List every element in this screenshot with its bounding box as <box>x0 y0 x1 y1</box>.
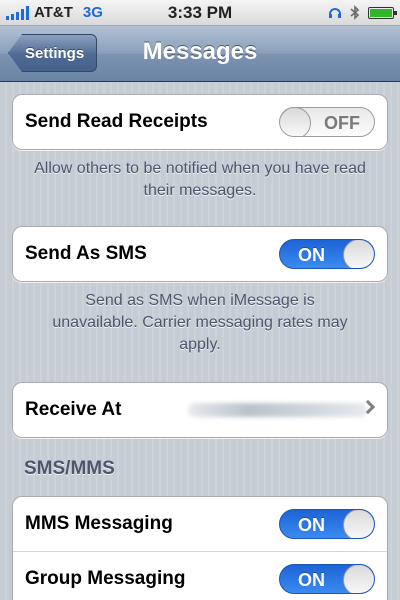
send-as-sms-label: Send As SMS <box>25 243 147 264</box>
toggle-knob <box>343 565 374 593</box>
send-as-sms-toggle[interactable]: ON <box>279 239 375 269</box>
navigation-bar: Settings Messages <box>0 26 400 82</box>
send-as-sms-cell: Send As SMS ON <box>13 227 387 281</box>
read-receipts-note: Allow others to be notified when you hav… <box>34 160 366 199</box>
battery-icon <box>368 6 397 19</box>
toggle-state-label: ON <box>298 515 325 535</box>
mms-messaging-cell: MMS Messaging ON <box>13 497 387 551</box>
read-receipts-toggle[interactable]: OFF <box>279 107 375 137</box>
toggle-knob <box>343 510 374 538</box>
toggle-state-label: ON <box>298 570 325 590</box>
sms-mms-group: MMS Messaging ON Group Messaging ON <box>12 496 388 600</box>
mms-messaging-toggle[interactable]: ON <box>279 509 375 539</box>
redacted-address <box>188 403 368 417</box>
toggle-knob <box>280 108 311 136</box>
signal-icon <box>6 5 29 20</box>
carrier-label: AT&T <box>34 4 73 21</box>
network-label: 3G <box>82 4 103 21</box>
send-as-sms-note: Send as SMS when iMessage is unavailable… <box>52 292 348 353</box>
group-messaging-toggle[interactable]: ON <box>279 564 375 594</box>
status-bar: AT&T 3G 3:33 PM <box>0 0 400 26</box>
read-receipts-group: Send Read Receipts OFF <box>12 94 388 150</box>
sync-icon <box>329 7 341 18</box>
toggle-state-label: ON <box>298 245 325 265</box>
read-receipts-label: Send Read Receipts <box>25 111 208 132</box>
send-as-sms-group: Send As SMS ON <box>12 226 388 282</box>
page-title: Messages <box>142 38 258 65</box>
receive-at-group: Receive At <box>12 382 388 438</box>
toggle-knob <box>343 240 374 268</box>
toggle-state-label: OFF <box>324 113 360 133</box>
sms-mms-section-header: SMS/MMS <box>24 458 115 479</box>
group-messaging-label: Group Messaging <box>25 567 186 589</box>
receive-at-label: Receive At <box>25 399 122 420</box>
bluetooth-icon <box>350 5 360 20</box>
mms-messaging-label: MMS Messaging <box>25 513 173 534</box>
read-receipts-cell: Send Read Receipts OFF <box>13 95 387 149</box>
receive-at-cell[interactable]: Receive At <box>13 383 387 437</box>
group-messaging-cell: Group Messaging ON <box>13 551 387 600</box>
